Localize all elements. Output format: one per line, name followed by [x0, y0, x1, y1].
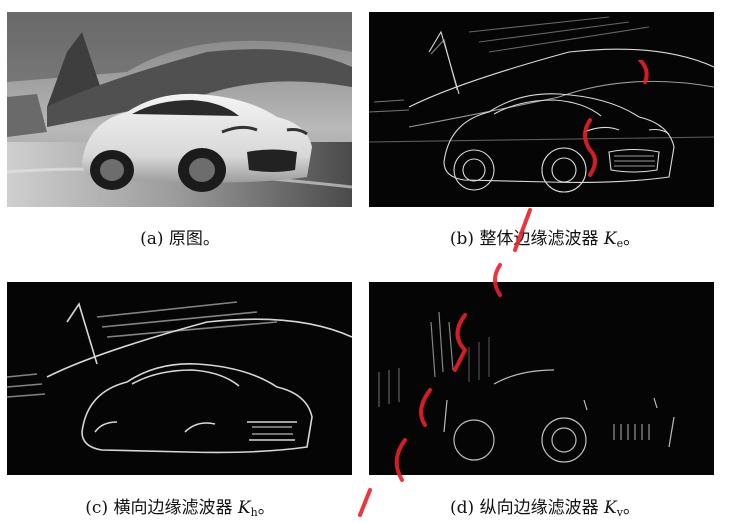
caption-c-subscript: h	[250, 506, 258, 519]
original-car-photo	[7, 12, 352, 207]
panel-b-image	[369, 12, 714, 207]
caption-d-end: 。	[622, 498, 640, 518]
caption-b-end: 。	[623, 229, 641, 249]
caption-c-label: (c)	[85, 498, 109, 518]
caption-b: (b) 整体边缘滤波器 Ke。	[365, 224, 725, 250]
caption-b-symbol: K	[603, 229, 617, 249]
caption-b-text: 整体边缘滤波器	[479, 229, 599, 249]
caption-c-symbol: K	[237, 498, 251, 518]
panel-a-image	[7, 12, 352, 207]
figure-grid: (a) 原图。 (b) 整体边缘滤波器 Ke。 (c) 横向边缘滤波器 Kh。 …	[0, 0, 729, 523]
caption-a: (a) 原图。	[0, 224, 360, 249]
caption-d-text: 纵向边缘滤波器	[479, 498, 599, 518]
panel-c-image	[7, 282, 352, 475]
caption-a-label: (a)	[140, 229, 164, 249]
edge-overall-photo	[369, 12, 714, 207]
caption-c-text: 横向边缘滤波器	[113, 498, 233, 518]
edge-horizontal-photo	[7, 282, 352, 475]
panel-d-image	[369, 282, 714, 475]
caption-d: (d) 纵向边缘滤波器 Kv。	[365, 493, 725, 519]
caption-a-text: 原图。	[168, 229, 220, 249]
edge-vertical-photo	[369, 282, 714, 475]
caption-b-label: (b)	[449, 229, 475, 249]
caption-c-end: 。	[257, 498, 275, 518]
caption-d-label: (d)	[450, 498, 475, 518]
caption-c: (c) 横向边缘滤波器 Kh。	[0, 493, 360, 519]
caption-d-symbol: K	[604, 498, 617, 518]
